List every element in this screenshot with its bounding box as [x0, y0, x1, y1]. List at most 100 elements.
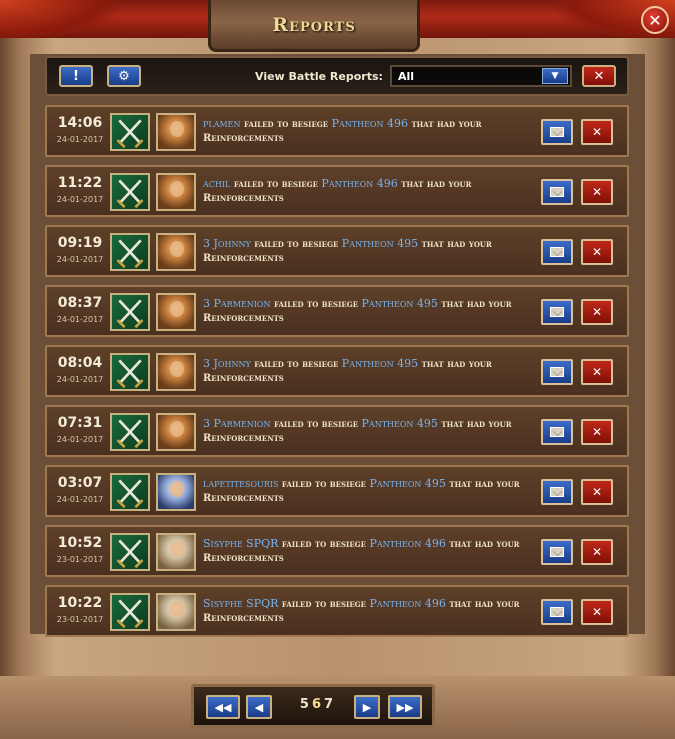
report-message[interactable]: Sisyphe SPQR failed to besiege Pantheon …	[203, 597, 533, 626]
target-city[interactable]: Pantheon 496	[369, 537, 445, 550]
report-text: failed to besiege	[273, 299, 359, 310]
envelope-icon	[550, 307, 564, 317]
view-report-button[interactable]	[541, 239, 573, 265]
report-message[interactable]: 3 Parmenion failed to besiege Pantheon 4…	[203, 297, 533, 326]
envelope-icon	[550, 547, 564, 557]
delete-report-button[interactable]: ✕	[581, 479, 613, 505]
page-link[interactable]: 7	[324, 697, 336, 712]
attacker-name[interactable]: 3 Johnny	[203, 237, 251, 250]
view-report-button[interactable]	[541, 299, 573, 325]
crossed-swords-icon	[110, 173, 150, 211]
report-text: failed to besiege	[281, 479, 367, 490]
delete-report-button[interactable]: ✕	[581, 419, 613, 445]
view-report-button[interactable]	[541, 599, 573, 625]
report-message[interactable]: Sisyphe SPQR failed to besiege Pantheon …	[203, 537, 533, 566]
report-time: 11:22	[57, 175, 103, 191]
report-date: 24-01-2017	[56, 495, 104, 504]
report-message[interactable]: 3 Johnny failed to besiege Pantheon 495 …	[203, 357, 533, 386]
report-row[interactable]: 08:04 24-01-2017 3 Johnny failed to besieg…	[45, 345, 629, 397]
attacker-name[interactable]: 3 Parmenion	[203, 417, 270, 430]
delete-report-button[interactable]: ✕	[581, 539, 613, 565]
delete-report-button[interactable]: ✕	[581, 119, 613, 145]
view-report-button[interactable]	[541, 419, 573, 445]
report-text: failed to besiege	[233, 179, 318, 190]
target-city[interactable]: Pantheon 496	[321, 177, 397, 190]
crossed-swords-icon	[110, 593, 150, 631]
view-report-button[interactable]	[541, 539, 573, 565]
pagination: ◀◀ ◀ 567 ▶ ▶▶	[191, 684, 435, 728]
report-message[interactable]: plamen failed to besiege Pantheon 496 th…	[203, 117, 533, 146]
close-button[interactable]: ✕	[641, 6, 669, 34]
chevron-down-icon[interactable]: ▼	[542, 68, 568, 84]
attacker-avatar	[156, 353, 196, 391]
prev-page-button[interactable]: ◀	[246, 695, 272, 719]
attacker-name[interactable]: Sisyphe SPQR	[203, 597, 278, 610]
envelope-icon	[550, 607, 564, 617]
report-text: failed to besiege	[254, 239, 339, 250]
report-row[interactable]: 08:37 24-01-2017 3 Parmenion failed to bes…	[45, 285, 629, 337]
attacker-avatar	[156, 293, 196, 331]
attacker-name[interactable]: lapetitesouris	[203, 477, 278, 490]
attacker-avatar	[156, 173, 196, 211]
report-message[interactable]: 3 Johnny failed to besiege Pantheon 495 …	[203, 237, 533, 266]
target-city[interactable]: Pantheon 495	[342, 357, 418, 370]
target-city[interactable]: Pantheon 495	[362, 417, 438, 430]
report-row[interactable]: 07:31 24-01-2017 3 Parmenion failed to bes…	[45, 405, 629, 457]
gear-icon: ⚙	[118, 68, 130, 84]
settings-button[interactable]: ⚙	[107, 65, 141, 87]
report-date: 24-01-2017	[56, 195, 104, 204]
report-row[interactable]: 11:22 24-01-2017 achil failed to besiege P…	[45, 165, 629, 217]
view-report-button[interactable]	[541, 119, 573, 145]
left-icon: ◀	[254, 700, 264, 714]
view-report-button[interactable]	[541, 479, 573, 505]
delete-all-button[interactable]: ✕	[582, 65, 616, 87]
current-page: 6	[311, 697, 325, 712]
report-message[interactable]: 3 Parmenion failed to besiege Pantheon 4…	[203, 417, 533, 446]
alert-button[interactable]: !	[59, 65, 93, 87]
next-page-button[interactable]: ▶	[354, 695, 380, 719]
report-date: 23-01-2017	[56, 615, 104, 624]
right-icon: ▶	[362, 700, 372, 714]
report-row[interactable]: 14:06 24-01-2017 plamen failed to besiege …	[45, 105, 629, 157]
page-link[interactable]: 5	[300, 697, 312, 712]
report-time: 09:19	[57, 235, 103, 251]
close-icon: ✕	[591, 245, 603, 259]
delete-report-button[interactable]: ✕	[581, 179, 613, 205]
delete-report-button[interactable]: ✕	[581, 239, 613, 265]
delete-report-button[interactable]: ✕	[581, 359, 613, 385]
attacker-avatar	[156, 533, 196, 571]
first-page-button[interactable]: ◀◀	[206, 695, 240, 719]
envelope-icon	[550, 127, 564, 137]
report-time: 08:04	[57, 355, 103, 371]
delete-report-button[interactable]: ✕	[581, 599, 613, 625]
view-report-button[interactable]	[541, 359, 573, 385]
report-date: 24-01-2017	[56, 375, 104, 384]
attacker-name[interactable]: 3 Johnny	[203, 357, 251, 370]
attacker-avatar	[156, 233, 196, 271]
report-row[interactable]: 03:07 24-01-2017 lapetitesouris failed to …	[45, 465, 629, 517]
target-city[interactable]: Pantheon 496	[332, 117, 408, 130]
attacker-name[interactable]: plamen	[203, 117, 241, 130]
attacker-name[interactable]: achil	[203, 177, 230, 190]
attacker-avatar	[156, 473, 196, 511]
delete-report-button[interactable]: ✕	[581, 299, 613, 325]
target-city[interactable]: Pantheon 495	[370, 477, 446, 490]
report-row[interactable]: 10:52 23-01-2017 Sisyphe SPQR failed to be…	[45, 525, 629, 577]
attacker-name[interactable]: 3 Parmenion	[203, 297, 270, 310]
target-city[interactable]: Pantheon 495	[362, 297, 438, 310]
attacker-name[interactable]: Sisyphe SPQR	[203, 537, 278, 550]
filter-select[interactable]: All ▼	[390, 65, 572, 87]
report-row[interactable]: 09:19 24-01-2017 3 Johnny failed to besieg…	[45, 225, 629, 277]
crossed-swords-icon	[110, 113, 150, 151]
attacker-avatar	[156, 593, 196, 631]
last-page-button[interactable]: ▶▶	[388, 695, 422, 719]
report-message[interactable]: lapetitesouris failed to besiege Pantheo…	[203, 477, 533, 506]
close-icon: ✕	[591, 545, 603, 559]
crossed-swords-icon	[110, 293, 150, 331]
report-row[interactable]: 10:22 23-01-2017 Sisyphe SPQR failed to be…	[45, 585, 629, 637]
report-time: 10:22	[57, 595, 103, 611]
target-city[interactable]: Pantheon 495	[342, 237, 418, 250]
report-message[interactable]: achil failed to besiege Pantheon 496 tha…	[203, 177, 533, 206]
view-report-button[interactable]	[541, 179, 573, 205]
target-city[interactable]: Pantheon 496	[369, 597, 445, 610]
